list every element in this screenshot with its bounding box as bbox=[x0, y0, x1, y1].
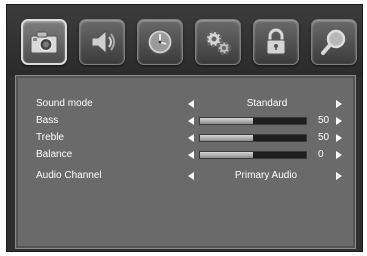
bass-label: Bass bbox=[36, 115, 59, 126]
tab-time[interactable] bbox=[137, 19, 183, 65]
menu-row-audio-channel[interactable]: Audio Channel Primary Audio bbox=[16, 168, 355, 184]
treble-label: Treble bbox=[36, 132, 64, 143]
sound-settings-panel: Sound mode Standard Bass 50 Treble 50 Ba… bbox=[15, 75, 356, 249]
audio-channel-value: Primary Audio bbox=[234, 170, 298, 181]
tab-setup[interactable] bbox=[195, 19, 241, 65]
treble-left-arrow-icon[interactable] bbox=[188, 134, 194, 142]
balance-slider[interactable] bbox=[199, 151, 307, 159]
sound-mode-label: Sound mode bbox=[36, 98, 93, 109]
gears-icon bbox=[205, 30, 231, 55]
audio-channel-label: Audio Channel bbox=[36, 170, 102, 181]
balance-left-arrow-icon[interactable] bbox=[188, 151, 194, 159]
tab-lock[interactable] bbox=[253, 19, 299, 65]
tab-picture[interactable] bbox=[21, 19, 67, 65]
padlock-icon bbox=[266, 28, 286, 55]
balance-right-arrow-icon[interactable] bbox=[336, 151, 342, 159]
magnifier-icon bbox=[321, 29, 346, 55]
camera-icon bbox=[30, 31, 58, 54]
menu-row-bass[interactable]: Bass 50 bbox=[16, 113, 355, 129]
sound-mode-value: Standard bbox=[246, 98, 288, 109]
balance-label: Balance bbox=[36, 149, 73, 160]
treble-value: 50 bbox=[318, 132, 330, 143]
treble-slider-fill bbox=[200, 135, 253, 141]
sound-mode-left-arrow-icon[interactable] bbox=[188, 100, 194, 108]
speaker-icon bbox=[91, 29, 115, 55]
audio-channel-left-arrow-icon[interactable] bbox=[188, 172, 194, 180]
balance-value: 0 bbox=[318, 149, 324, 160]
menu-row-treble[interactable]: Treble 50 bbox=[16, 130, 355, 146]
menu-tab-bar bbox=[7, 5, 362, 77]
menu-row-balance[interactable]: Balance 0 bbox=[16, 147, 355, 163]
bass-left-arrow-icon[interactable] bbox=[188, 117, 194, 125]
bass-right-arrow-icon[interactable] bbox=[336, 117, 342, 125]
tab-search[interactable] bbox=[311, 19, 357, 65]
bass-slider-fill bbox=[200, 118, 253, 124]
treble-slider[interactable] bbox=[199, 134, 307, 142]
tab-sound[interactable] bbox=[79, 19, 125, 65]
tv-menu-window: Sound mode Standard Bass 50 Treble 50 Ba… bbox=[6, 4, 363, 252]
balance-slider-fill bbox=[200, 152, 253, 158]
menu-row-sound-mode[interactable]: Sound mode Standard bbox=[16, 96, 355, 112]
bass-slider[interactable] bbox=[199, 117, 307, 125]
treble-right-arrow-icon[interactable] bbox=[336, 134, 342, 142]
clock-icon bbox=[147, 29, 173, 55]
audio-channel-right-arrow-icon[interactable] bbox=[336, 172, 342, 180]
sound-mode-right-arrow-icon[interactable] bbox=[336, 100, 342, 108]
bass-value: 50 bbox=[318, 115, 330, 126]
